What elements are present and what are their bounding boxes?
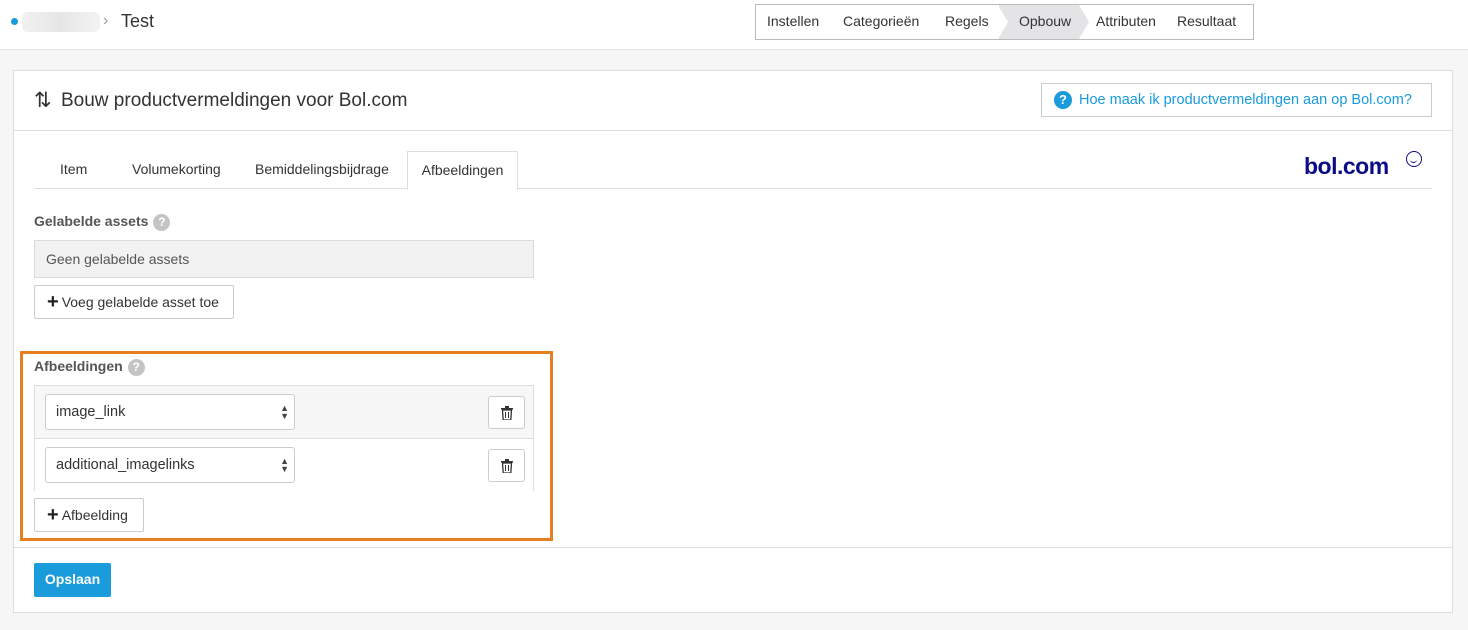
labeled-assets-box: Geen gelabelde assets xyxy=(34,240,534,278)
delete-button[interactable] xyxy=(488,396,525,429)
step-opbouw[interactable]: Opbouw xyxy=(998,5,1089,39)
list-item: additional_imagelinks ▲ ▼ xyxy=(35,439,533,492)
bol-logo: bol.com xyxy=(1304,153,1389,179)
image-field-select[interactable]: image_link ▲ ▼ xyxy=(45,394,295,430)
question-icon[interactable]: ? xyxy=(127,358,145,376)
tab-bar: Item Volumekorting Bemiddelingsbijdrage … xyxy=(34,151,1432,190)
question-circle-icon: ? xyxy=(1054,91,1072,109)
wizard-steps: Instellen Categorieën Regels Opbouw Attr… xyxy=(755,4,1254,40)
add-image-label: Afbeelding xyxy=(61,507,128,523)
plus-icon: + xyxy=(47,291,59,313)
trash-icon xyxy=(501,459,513,473)
panel-header: ⇅ Bouw productvermeldingen voor Bol.com … xyxy=(14,71,1452,131)
bol-smile-icon xyxy=(1406,151,1422,167)
help-button[interactable]: ? Hoe maak ik productvermeldingen aan op… xyxy=(1041,83,1432,117)
select-value: image_link xyxy=(56,404,126,420)
main-panel: ⇅ Bouw productvermeldingen voor Bol.com … xyxy=(13,70,1453,613)
step-resultaat[interactable]: Resultaat xyxy=(1169,5,1253,39)
breadcrumb-blurred-item[interactable] xyxy=(22,12,100,32)
page-title: Bouw productvermeldingen voor Bol.com xyxy=(61,90,408,111)
breadcrumb-title: Test xyxy=(121,11,155,31)
top-bar: › Test Instellen Categorieën Regels Opbo… xyxy=(0,0,1468,50)
list-item: image_link ▲ ▼ xyxy=(35,386,533,439)
step-categorieen[interactable]: Categorieën xyxy=(833,5,935,39)
status-dot xyxy=(11,18,18,25)
add-image-button[interactable]: + Afbeelding xyxy=(34,498,144,532)
images-list: image_link ▲ ▼ additional_imagelinks ▲ ▼ xyxy=(34,385,534,492)
select-value: additional_imagelinks xyxy=(56,457,195,473)
save-button[interactable]: Opslaan xyxy=(34,563,111,597)
delete-button[interactable] xyxy=(488,449,525,482)
add-labeled-asset-label: Voeg gelabelde asset toe xyxy=(61,294,219,310)
sort-caret-icon: ▲ ▼ xyxy=(280,403,289,421)
sort-arrows-icon: ⇅ xyxy=(34,89,52,112)
plus-icon: + xyxy=(47,504,59,526)
help-button-label: Hoe maak ik productvermeldingen aan op B… xyxy=(1079,92,1412,108)
labeled-assets-label: Gelabelde assets xyxy=(34,213,149,229)
add-labeled-asset-button[interactable]: + Voeg gelabelde asset toe xyxy=(34,285,234,319)
sort-caret-icon: ▲ ▼ xyxy=(280,456,289,474)
labeled-assets-heading: Gelabelde assets? xyxy=(34,213,171,231)
step-regels[interactable]: Regels xyxy=(935,5,999,39)
tab-bemiddelingsbijdrage[interactable]: Bemiddelingsbijdrage xyxy=(255,151,389,189)
step-attributen[interactable]: Attributen xyxy=(1079,5,1169,39)
divider xyxy=(14,547,1452,548)
tab-item[interactable]: Item xyxy=(60,151,87,189)
images-label: Afbeeldingen xyxy=(34,358,123,374)
images-heading: Afbeeldingen? xyxy=(34,358,145,376)
question-icon[interactable]: ? xyxy=(153,213,171,231)
step-opbouw-label: Opbouw xyxy=(1019,13,1072,29)
image-field-select[interactable]: additional_imagelinks ▲ ▼ xyxy=(45,447,295,483)
tab-afbeeldingen[interactable]: Afbeeldingen xyxy=(407,151,518,190)
trash-icon xyxy=(501,406,513,420)
breadcrumb-separator-icon: › xyxy=(103,12,109,29)
tab-volumekorting[interactable]: Volumekorting xyxy=(132,151,221,189)
step-instellen[interactable]: Instellen xyxy=(756,5,833,39)
